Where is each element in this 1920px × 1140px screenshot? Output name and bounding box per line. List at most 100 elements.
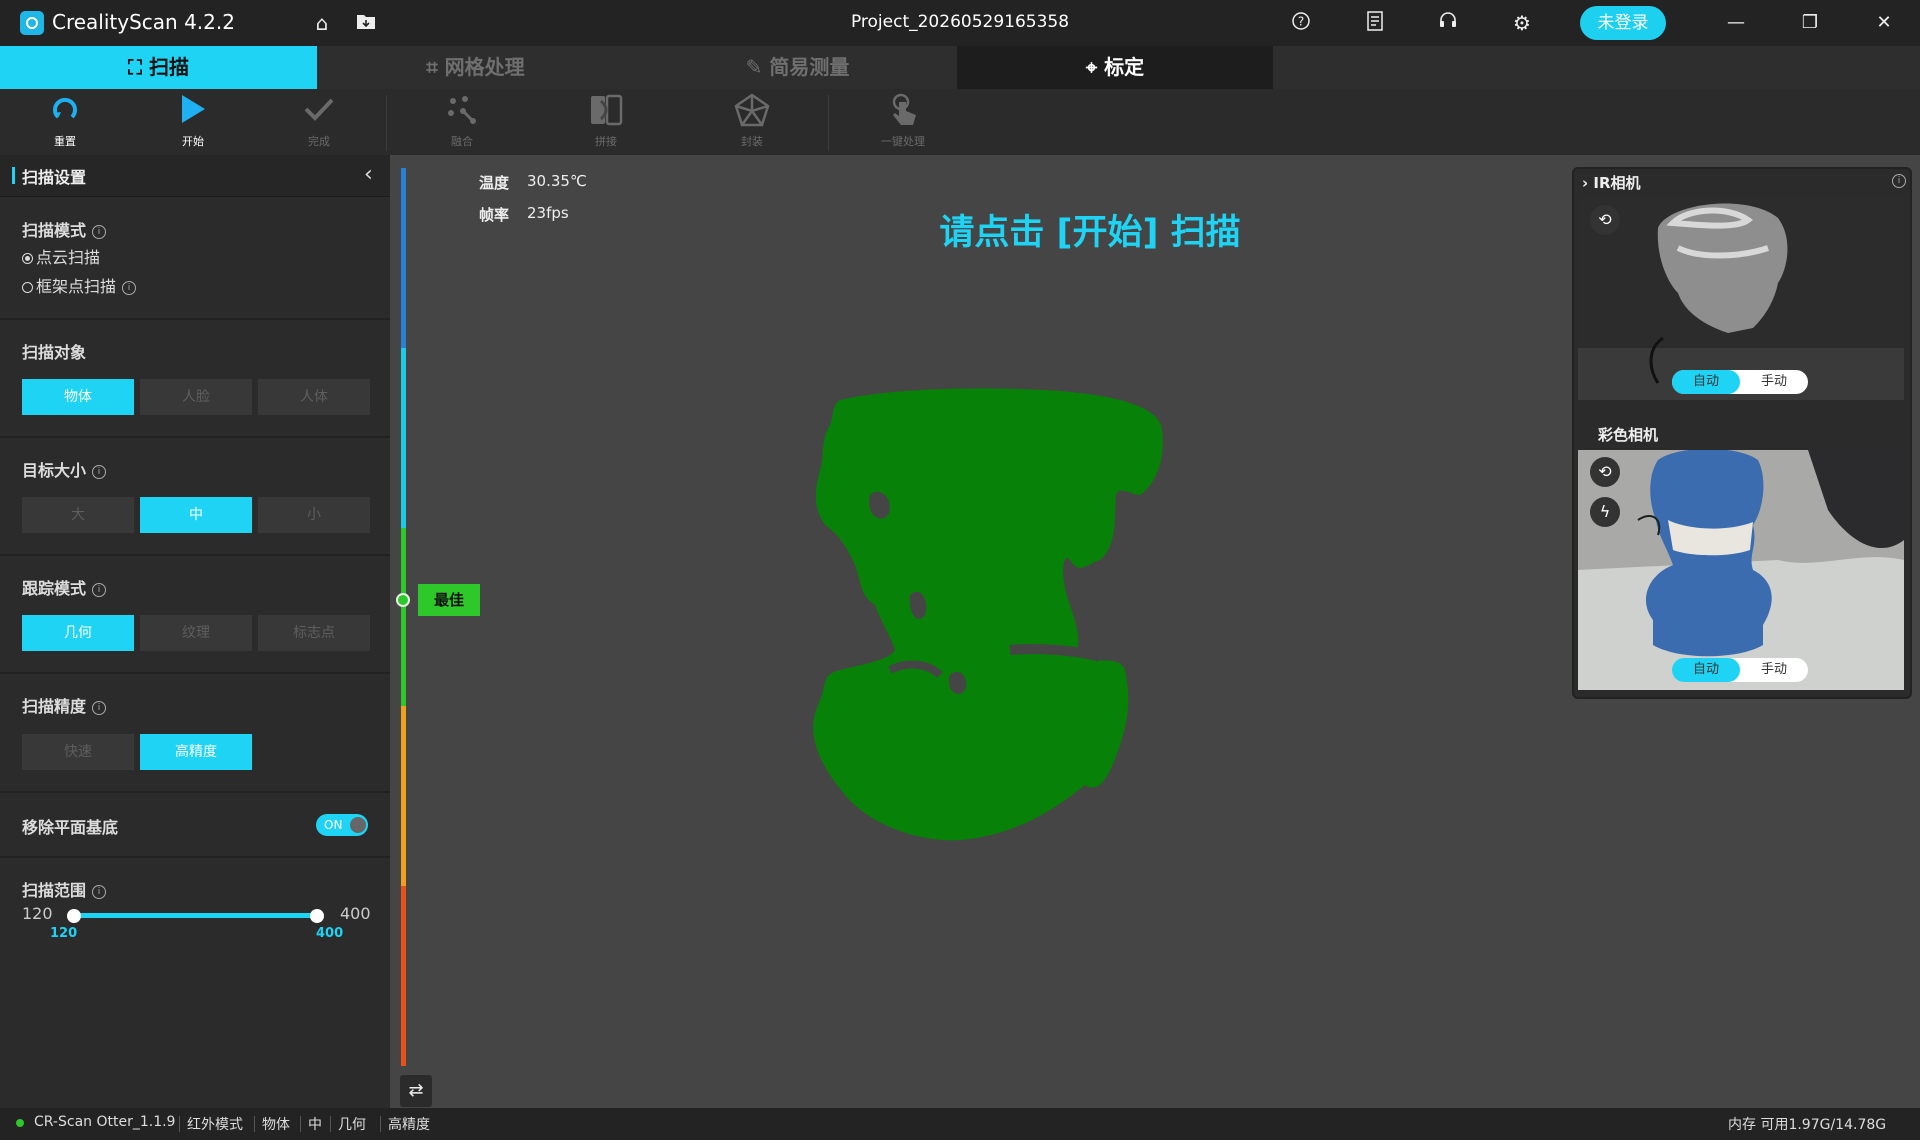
- status-ir-mode: 红外模式: [187, 1117, 243, 1133]
- info-icon[interactable]: i: [1892, 174, 1906, 188]
- status-target: 物体: [262, 1117, 290, 1133]
- info-icon[interactable]: i: [92, 701, 107, 715]
- precision-high-button[interactable]: 高精度: [140, 734, 252, 770]
- color-camera-feed: [1578, 450, 1904, 690]
- project-title: Project_20260529165358: [850, 12, 1070, 32]
- finish-button[interactable]: 完成: [269, 93, 369, 149]
- range-max-label: 400: [340, 904, 371, 923]
- fps-value: 23fps: [527, 204, 569, 222]
- scan-range-title: 扫描范围 i: [22, 877, 107, 901]
- distance-bar-near: [401, 886, 406, 1066]
- chevron-right-icon: ›: [1582, 174, 1594, 192]
- home-icon[interactable]: ⌂: [308, 11, 336, 35]
- ir-auto-option[interactable]: 自动: [1672, 370, 1740, 394]
- color-auto-option[interactable]: 自动: [1672, 658, 1740, 682]
- minimize-icon[interactable]: —: [1716, 9, 1756, 37]
- login-button[interactable]: 未登录: [1580, 6, 1666, 40]
- collapse-panel-icon[interactable]: ‹: [364, 162, 373, 187]
- target-object-button[interactable]: 物体: [22, 379, 134, 415]
- merge-label: 拼接: [595, 135, 617, 148]
- range-low-handle[interactable]: [67, 909, 81, 923]
- mesh-button[interactable]: 封装: [702, 93, 802, 149]
- status-tracking: 几何: [338, 1117, 366, 1133]
- section-divider: [0, 554, 390, 556]
- restore-icon[interactable]: ❐: [1790, 9, 1830, 37]
- ir-camera-header[interactable]: › IR相机: [1582, 172, 1641, 193]
- section-divider: [0, 672, 390, 674]
- mesh-label: 封装: [741, 135, 763, 148]
- flash-off-icon[interactable]: ϟ: [1590, 497, 1620, 527]
- support-icon[interactable]: [1434, 11, 1462, 36]
- temperature-label: 温度: [479, 174, 510, 192]
- reset-button[interactable]: 重置: [15, 93, 115, 149]
- status-divider: [300, 1116, 301, 1132]
- rotate-camera-icon[interactable]: ⟲: [1590, 205, 1620, 235]
- one-click-icon: [853, 93, 953, 131]
- merge-button[interactable]: 拼接: [556, 93, 656, 149]
- notes-icon[interactable]: [1361, 11, 1389, 36]
- toggle-state-label: ON: [324, 818, 343, 832]
- toolbar-divider: [386, 95, 387, 151]
- radio-pointcloud[interactable]: 点云扫描: [22, 244, 100, 268]
- mesh-icon: [702, 93, 802, 131]
- info-icon[interactable]: i: [92, 885, 107, 899]
- section-divider: [0, 856, 390, 858]
- distance-indicator: [396, 593, 410, 607]
- range-slider-track[interactable]: [74, 913, 318, 918]
- temperature-value: 30.35℃: [527, 172, 587, 190]
- tab-scan[interactable]: ⛶ 扫描: [0, 46, 317, 89]
- tab-label: 扫描: [148, 55, 189, 79]
- tracking-geometry-button[interactable]: 几何: [22, 615, 134, 651]
- status-size: 中: [308, 1117, 322, 1133]
- header-accent-bar: [12, 167, 15, 184]
- one-click-button[interactable]: 一键处理: [853, 93, 953, 149]
- toggle-knob: [350, 817, 366, 833]
- info-icon[interactable]: i: [122, 281, 137, 295]
- range-high-handle[interactable]: [310, 909, 324, 923]
- distance-bar-best: [401, 528, 406, 706]
- ir-manual-option[interactable]: 手动: [1740, 370, 1808, 394]
- status-divider: [380, 1116, 381, 1132]
- close-icon[interactable]: ✕: [1864, 9, 1904, 37]
- precision-fast-button[interactable]: 快速: [22, 734, 134, 770]
- tracking-marker-button[interactable]: 标志点: [258, 615, 370, 651]
- tracking-texture-button[interactable]: 纹理: [140, 615, 252, 651]
- radio-frame-marker[interactable]: 框架点扫描 i: [22, 273, 137, 297]
- folder-icon[interactable]: [352, 11, 380, 35]
- status-precision: 高精度: [388, 1117, 430, 1133]
- help-icon[interactable]: ?: [1287, 11, 1315, 36]
- swap-icon[interactable]: ⇄: [400, 1075, 432, 1107]
- fuse-button[interactable]: 融合: [412, 93, 512, 149]
- reset-label: 重置: [54, 135, 76, 148]
- tab-calibration[interactable]: ⌖ 标定: [957, 46, 1273, 89]
- start-button[interactable]: 开始: [143, 93, 243, 149]
- rotate-camera-icon[interactable]: ⟲: [1590, 457, 1620, 487]
- tab-mesh[interactable]: ⌗ 网格处理: [317, 46, 634, 89]
- ruler-icon: ✎: [745, 55, 763, 79]
- target-body-button[interactable]: 人体: [258, 379, 370, 415]
- size-medium-button[interactable]: 中: [140, 497, 252, 533]
- point-cloud-model: [813, 388, 1163, 841]
- tab-label: 标定: [1104, 55, 1145, 79]
- distance-quality-badge: 最佳: [418, 584, 480, 616]
- precision-title: 扫描精度 i: [22, 693, 107, 717]
- finish-label: 完成: [308, 135, 330, 148]
- color-manual-option[interactable]: 手动: [1740, 658, 1808, 682]
- status-divider: [254, 1116, 255, 1132]
- fuse-label: 融合: [451, 135, 473, 148]
- tab-measure[interactable]: ✎ 简易测量: [639, 46, 956, 89]
- distance-bar-segment: [401, 706, 406, 886]
- size-large-button[interactable]: 大: [22, 497, 134, 533]
- status-divider: [179, 1116, 180, 1132]
- radio-selected-icon: [22, 253, 33, 264]
- settings-icon[interactable]: ⚙: [1508, 11, 1536, 35]
- target-face-button[interactable]: 人脸: [140, 379, 252, 415]
- status-divider: [330, 1116, 331, 1132]
- start-scan-prompt: 请点击 [开始] 扫描: [939, 213, 1241, 253]
- info-icon[interactable]: i: [92, 225, 107, 239]
- size-small-button[interactable]: 小: [258, 497, 370, 533]
- scan-target-title: 扫描对象: [22, 343, 87, 362]
- range-min-label: 120: [22, 904, 53, 923]
- info-icon[interactable]: i: [92, 583, 107, 597]
- info-icon[interactable]: i: [92, 465, 107, 479]
